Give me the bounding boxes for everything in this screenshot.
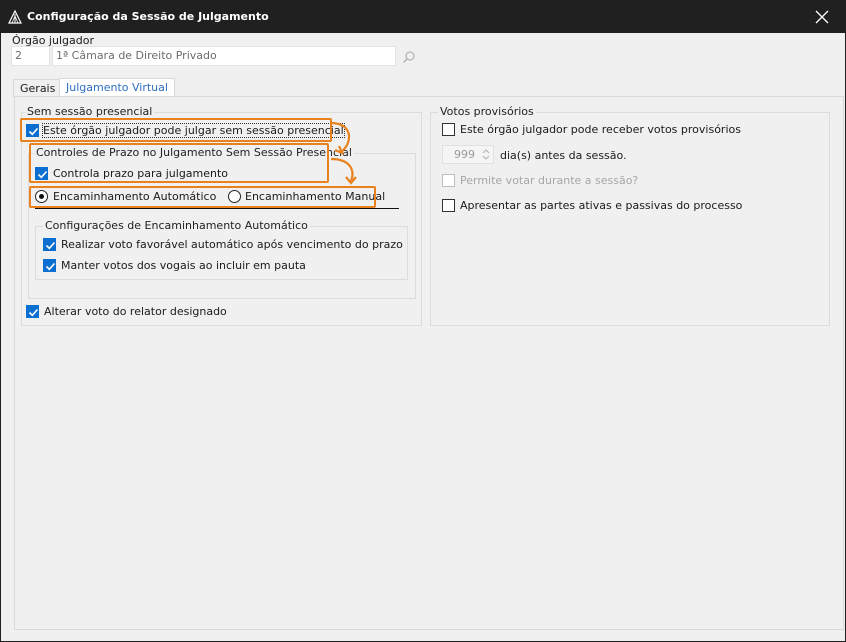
tab-gerais[interactable]: Gerais [13, 79, 63, 97]
close-icon [815, 10, 829, 24]
highlight-box-can-judge [20, 118, 332, 142]
permite-votar-checkbox[interactable] [442, 174, 455, 187]
apresentar-partes-checkbox[interactable] [442, 199, 455, 212]
tab-julgamento-virtual[interactable]: Julgamento Virtual [59, 78, 175, 97]
votos-legend: Votos provisórios [438, 105, 536, 118]
annotation-arrows-icon [330, 121, 357, 185]
radio-underline-divider [35, 208, 399, 209]
voto-favoravel-checkbox[interactable] [43, 238, 56, 251]
orgao-code-field[interactable]: 2 [11, 46, 50, 66]
permite-votar-label[interactable]: Permite votar durante a sessão? [460, 174, 638, 187]
manter-votos-checkbox[interactable] [43, 259, 56, 272]
days-label: dia(s) antes da sessão. [500, 149, 627, 162]
dialog-window: Configuração da Sessão de Julgamento Órg… [0, 0, 846, 642]
config-auto-legend: Configurações de Encaminhamento Automáti… [43, 219, 310, 232]
checkmark-icon [45, 262, 56, 271]
days-value: 999 [454, 148, 475, 161]
window-title: Configuração da Sessão de Julgamento [27, 10, 269, 23]
spinner-arrows-icon[interactable] [481, 147, 491, 162]
voto-favoravel-label[interactable]: Realizar voto favorável automático após … [61, 238, 403, 251]
orgao-name-field[interactable]: 1ª Câmara de Direito Privado [52, 46, 396, 66]
manter-votos-label[interactable]: Manter votos dos vogais ao incluir em pa… [61, 259, 306, 272]
highlight-box-controles [29, 143, 329, 183]
app-logo-icon [8, 10, 22, 24]
highlight-box-radios [29, 186, 376, 208]
receber-votos-label[interactable]: Este órgão julgador pode receber votos p… [460, 123, 741, 136]
search-icon[interactable] [402, 50, 416, 64]
title-bar: Configuração da Sessão de Julgamento [1, 1, 845, 33]
apresentar-partes-label[interactable]: Apresentar as partes ativas e passivas d… [460, 199, 742, 212]
days-spinner[interactable]: 999 [442, 145, 494, 164]
receber-votos-checkbox[interactable] [442, 123, 455, 136]
checkmark-icon [45, 241, 56, 250]
alterar-voto-checkbox[interactable] [26, 305, 39, 318]
checkmark-icon [28, 308, 39, 317]
sem-sessao-legend: Sem sessão presencial [25, 105, 155, 118]
alterar-voto-label[interactable]: Alterar voto do relator designado [44, 305, 227, 318]
close-button[interactable] [799, 1, 845, 33]
